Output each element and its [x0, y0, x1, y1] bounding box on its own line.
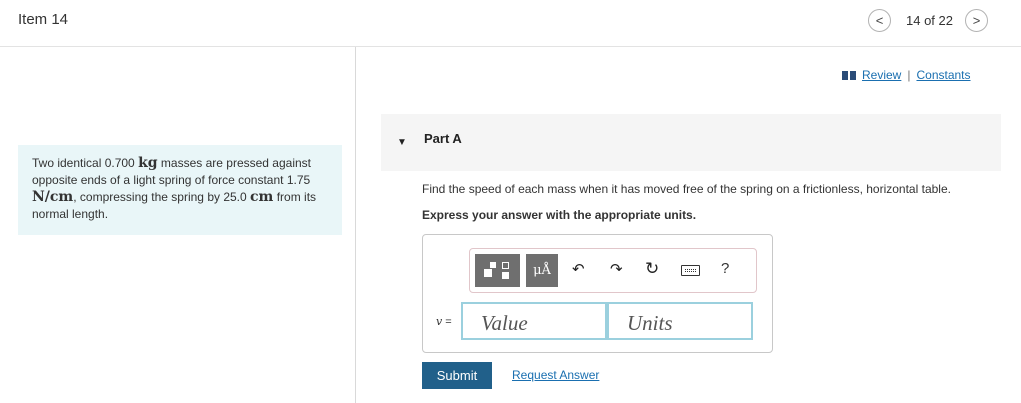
constants-link[interactable]: Constants [916, 68, 970, 82]
variable-symbol: v [436, 315, 443, 328]
math-toolbar: μÅ ↶ ↷ ↻ ? [469, 248, 757, 293]
templates-button[interactable] [475, 254, 520, 287]
review-link[interactable]: Review [862, 68, 901, 82]
equals-sign: = [445, 316, 452, 328]
question-text: Find the speed of each mass when it has … [422, 182, 951, 196]
part-a-header[interactable]: ▼ Part A [381, 114, 1001, 171]
request-answer-link[interactable]: Request Answer [512, 368, 599, 382]
link-separator: | [907, 68, 911, 82]
next-item-button[interactable]: > [965, 8, 988, 32]
instruction-text: Express your answer with the appropriate… [422, 208, 697, 222]
help-button[interactable]: ? [721, 260, 729, 277]
part-label: Part A [424, 131, 462, 146]
variable-label: v = [436, 315, 452, 328]
problem-text-3: , compressing the spring by 25.0 [73, 190, 251, 204]
chevron-left-icon: < [875, 12, 884, 28]
book-icon [842, 70, 856, 80]
unit-n-per-cm: N/cm [32, 189, 74, 205]
resource-links: Review | Constants [842, 68, 971, 82]
keyboard-icon[interactable] [681, 265, 700, 276]
header-divider [0, 46, 1021, 47]
units-input[interactable]: Units [607, 302, 753, 340]
submit-button[interactable]: Submit [422, 362, 492, 389]
item-title: Item 14 [18, 11, 69, 28]
item-counter: 14 of 22 [906, 12, 953, 28]
undo-icon[interactable]: ↶ [572, 261, 585, 279]
value-input[interactable]: Value [461, 302, 607, 340]
answer-box: μÅ ↶ ↷ ↻ ? v = Value Units [422, 234, 773, 353]
redo-icon[interactable]: ↷ [610, 261, 623, 279]
column-divider [355, 47, 356, 403]
symbols-button[interactable]: μÅ [526, 254, 558, 287]
problem-text-1: Two identical 0.700 [32, 156, 139, 170]
chevron-right-icon: > [972, 12, 981, 28]
reset-icon[interactable]: ↻ [645, 260, 659, 278]
previous-item-button[interactable]: < [868, 8, 891, 32]
caret-down-icon[interactable]: ▼ [397, 137, 407, 148]
problem-statement: Two identical 0.700 kg masses are presse… [18, 145, 342, 235]
item-navigation: < 14 of 22 > [868, 8, 988, 32]
unit-kg: kg [138, 155, 158, 171]
unit-cm: cm [250, 189, 274, 205]
